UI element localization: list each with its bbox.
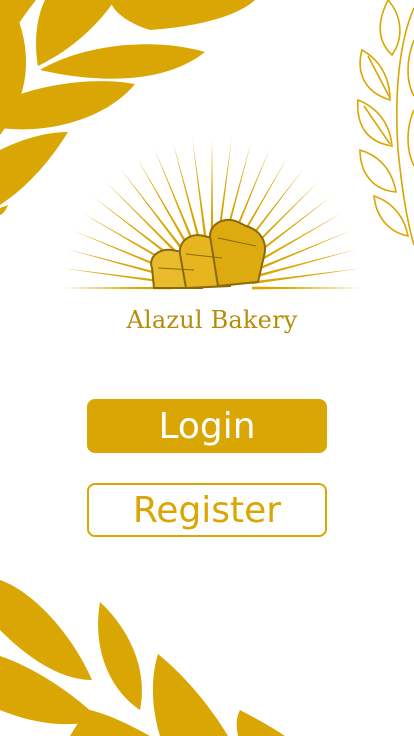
login-button[interactable]: Login <box>87 399 327 453</box>
sunburst-ray <box>192 139 209 249</box>
sunburst-ray <box>251 268 361 285</box>
sunburst-ray <box>251 286 362 290</box>
brand-name: Alazul Bakery <box>126 306 298 334</box>
sunburst-ray <box>173 143 204 250</box>
bakery-logo: Alazul Bakery <box>62 138 362 352</box>
sunburst-ray <box>250 249 357 280</box>
register-button[interactable]: Register <box>87 483 327 537</box>
bread-sunburst-icon <box>62 138 362 290</box>
wheat-leaves-icon <box>0 580 285 736</box>
